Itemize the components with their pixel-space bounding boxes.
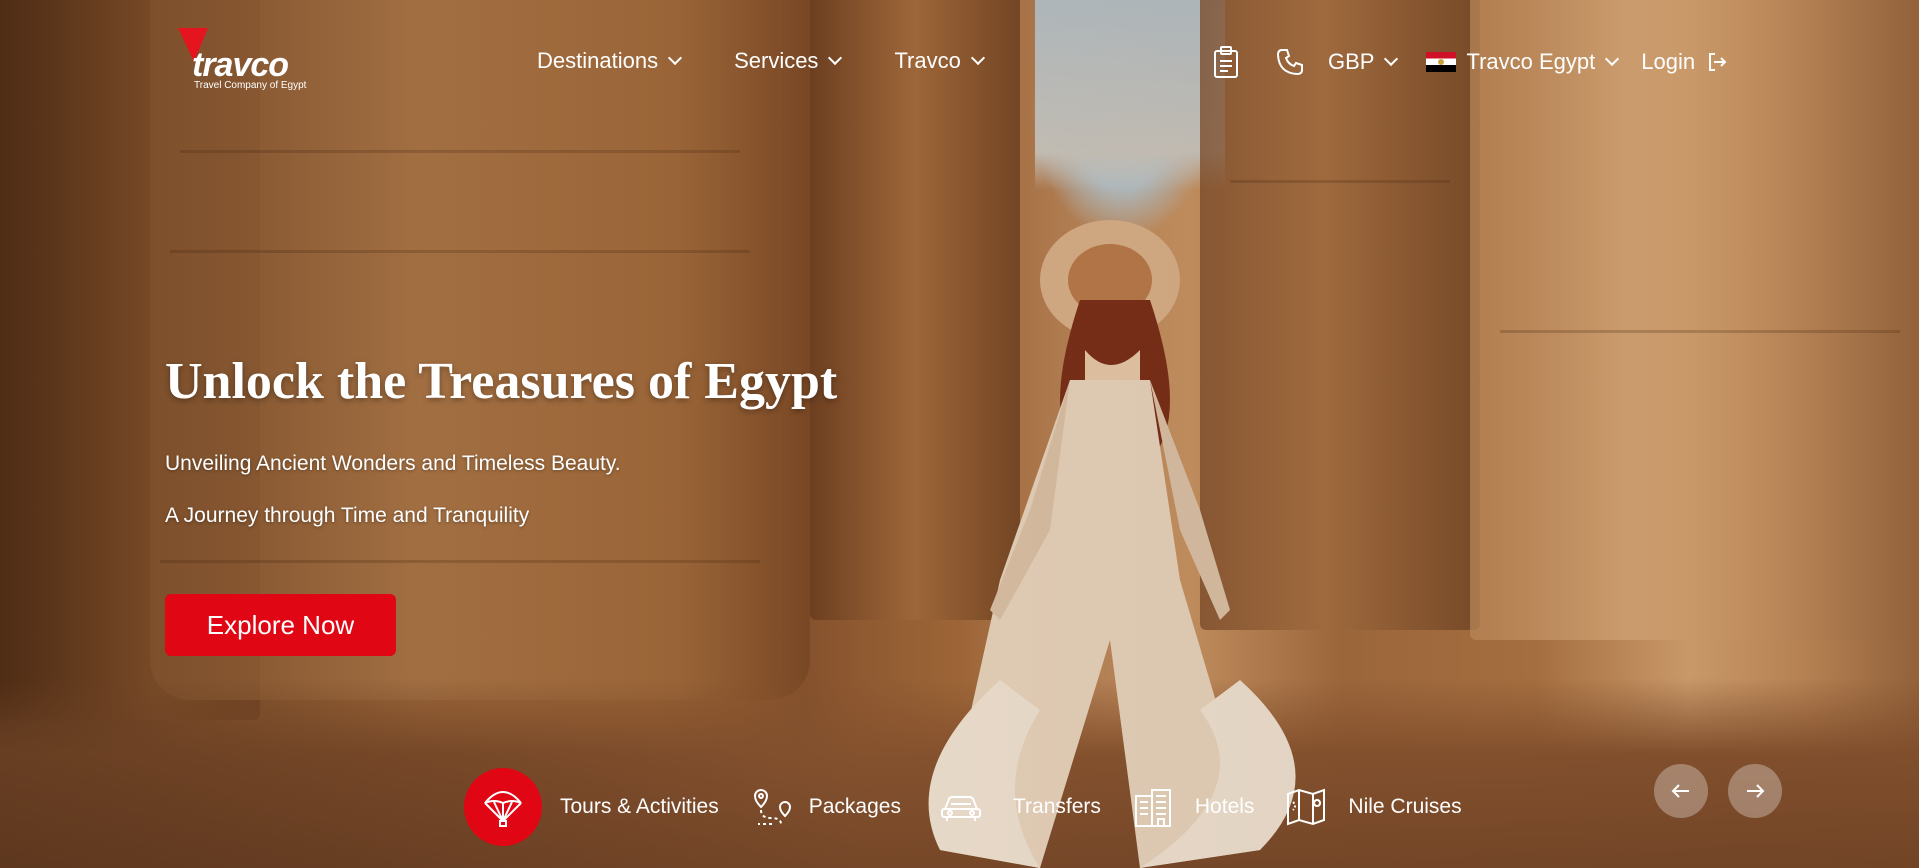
explore-now-button[interactable]: Explore Now: [165, 594, 396, 656]
category-label: Tours & Activities: [560, 795, 719, 818]
nav-item-services[interactable]: Services: [734, 48, 843, 74]
login-label: Login: [1641, 49, 1696, 74]
main-nav: Destinations Services Travco: [537, 48, 1037, 74]
hero-subtitle: Unveiling Ancient Wonders and Timeless B…: [165, 452, 621, 475]
carousel-next-button[interactable]: [1728, 764, 1782, 818]
category-packages[interactable]: Packages: [751, 785, 901, 829]
category-label: Transfers: [1012, 795, 1101, 818]
egypt-flag-icon: [1426, 52, 1457, 72]
carousel-controls: [1654, 764, 1782, 818]
category-label: Packages: [808, 795, 901, 818]
logo-tagline: Travel Company of Egypt: [194, 80, 307, 91]
login-icon: [1709, 53, 1727, 71]
region-selector[interactable]: Travco Egypt: [1426, 49, 1620, 75]
parachute-icon: [464, 768, 542, 846]
route-pin-icon: [751, 785, 795, 829]
arrow-left-icon: [1671, 784, 1689, 798]
chevron-down-icon: [668, 50, 683, 66]
category-tours-activities[interactable]: Tours & Activities: [464, 768, 719, 846]
login-button[interactable]: Login: [1641, 49, 1729, 75]
hero-title: Unlock the Treasures of Egypt: [165, 353, 838, 410]
category-hotels[interactable]: Hotels: [1131, 785, 1255, 829]
nav-item-label: Travco: [894, 48, 961, 73]
carousel-prev-button[interactable]: [1654, 764, 1708, 818]
chevron-down-icon: [970, 50, 985, 66]
nav-item-label: Destinations: [537, 48, 659, 73]
category-label: Hotels: [1194, 795, 1255, 818]
nav-item-label: Services: [734, 48, 819, 73]
hero-background-image: [0, 0, 1919, 868]
category-nile-cruises[interactable]: Nile Cruises: [1284, 785, 1462, 829]
chevron-down-icon: [828, 50, 843, 66]
currency-label: GBP: [1328, 49, 1375, 74]
car-icon: [939, 785, 983, 829]
header-utilities: GBP Travco Egypt Login: [1208, 44, 1729, 80]
category-transfers[interactable]: Transfers: [939, 785, 1101, 829]
chevron-down-icon: [1384, 51, 1399, 67]
arrow-right-icon: [1747, 784, 1765, 798]
category-bar: Tours & Activities Packages Transfers Ho…: [464, 768, 1462, 846]
phone-icon[interactable]: [1272, 44, 1308, 80]
map-icon: [1284, 785, 1328, 829]
clipboard-icon[interactable]: [1208, 44, 1244, 80]
hero-subtitle-secondary: A Journey through Time and Tranquility: [165, 504, 530, 527]
travco-logo[interactable]: travco Travel Company of Egypt: [178, 28, 328, 94]
hotel-building-icon: [1131, 785, 1175, 829]
currency-selector[interactable]: GBP: [1328, 49, 1399, 75]
category-label: Nile Cruises: [1348, 795, 1462, 818]
nav-item-destinations[interactable]: Destinations: [537, 48, 683, 74]
chevron-down-icon: [1605, 51, 1620, 67]
region-label: Travco Egypt: [1466, 49, 1596, 74]
nav-item-travco[interactable]: Travco: [894, 48, 985, 74]
